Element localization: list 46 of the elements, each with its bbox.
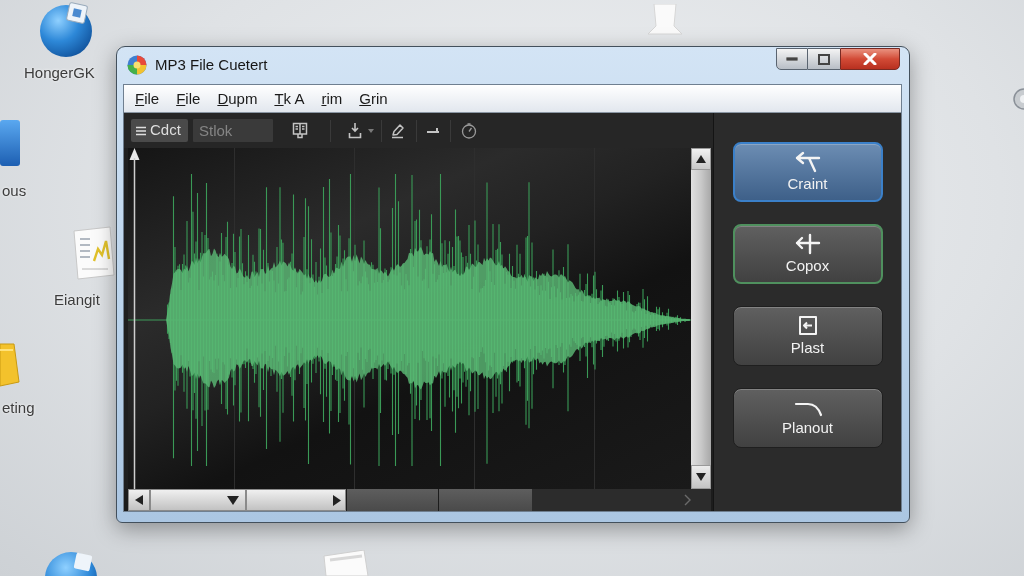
triangle-left-icon [135,495,143,505]
desktop-icon-label: HongerGK [24,64,95,82]
chevron-right-icon[interactable] [684,494,691,506]
menu-icon [136,125,146,136]
dropdown-control[interactable] [150,489,246,511]
desktop-icon-label: Eiangit [54,291,100,309]
menu-item[interactable]: File [176,89,201,108]
scroll-right-button[interactable] [246,489,346,511]
action-button[interactable]: Planout [732,388,883,448]
download-icon[interactable] [348,122,362,139]
scroll-down-button[interactable] [691,465,711,489]
maximize-button[interactable] [808,48,840,70]
caret-down-icon[interactable] [368,128,374,133]
menu-item[interactable]: Grin [359,89,388,108]
action-button[interactable]: Craint [732,142,883,202]
branch-arrow-icon [793,151,822,173]
close-icon [863,53,877,65]
scroll-left-button[interactable] [128,489,150,511]
desktop-icon-label: eting [2,399,35,417]
menu-item[interactable]: File [135,89,160,108]
desktop-icon-label: ous [2,182,27,200]
action-button[interactable]: Copox [732,224,883,284]
menu-item[interactable]: Tk A [274,89,305,108]
menu-item[interactable]: Dupm [217,89,258,108]
triangle-down-icon [696,473,706,481]
caret-down-icon [227,495,239,505]
playhead-marker[interactable] [129,148,140,489]
close-button[interactable] [840,48,900,70]
tile-icon[interactable] [0,120,20,166]
pencil-icon[interactable] [390,122,405,139]
minus-icon[interactable] [426,126,440,135]
clock-icon[interactable] [461,122,477,139]
triangle-up-icon [696,155,706,163]
menu-button[interactable]: Cdct [131,119,188,142]
book-icon[interactable] [292,122,308,139]
cross-arrow-icon [793,233,822,255]
minimize-button[interactable] [776,48,808,70]
action-button[interactable]: Plast [732,306,883,366]
menu-item[interactable]: rim [321,89,343,108]
triangle-right-icon [333,494,341,506]
minimize-icon [786,57,798,61]
maximize-icon [818,53,830,65]
app-icon [127,55,147,75]
scroll-up-button[interactable] [691,148,711,170]
window-title: MP3 File Cuetert [155,56,268,74]
search-field[interactable]: Stlok [193,119,273,142]
